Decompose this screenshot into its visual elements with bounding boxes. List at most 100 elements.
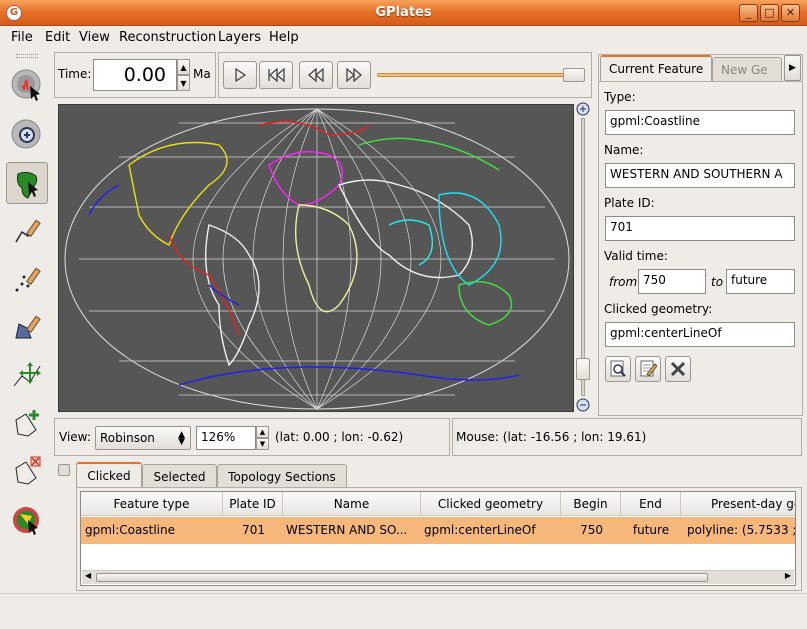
- tab-selected[interactable]: Selected: [142, 464, 217, 488]
- time-down-button[interactable]: ▼: [177, 75, 190, 91]
- rewind-start-icon: [268, 68, 285, 82]
- column-header[interactable]: End: [621, 492, 681, 516]
- plate-id-label: Plate ID:: [604, 196, 655, 210]
- digitise-polygon-tool[interactable]: [6, 306, 48, 348]
- step-back-button[interactable]: [299, 61, 333, 89]
- time-slider-track[interactable]: [377, 73, 585, 77]
- drag-globe-icon: [11, 69, 41, 101]
- name-label: Name:: [604, 143, 644, 157]
- scroll-left-icon[interactable]: ◀: [85, 571, 91, 580]
- mouse-panel: Mouse: (lat: -16.56 ; lon: 19.61): [452, 418, 802, 456]
- column-header[interactable]: Present-day ge: [681, 492, 795, 516]
- drag-globe-tool[interactable]: [6, 64, 48, 106]
- scroll-right-icon[interactable]: ▶: [785, 571, 791, 580]
- name-field[interactable]: WESTERN AND SOUTHERN A: [605, 163, 795, 188]
- time-input[interactable]: 0.00: [93, 59, 177, 91]
- table-cell: gpml:Coastline: [81, 517, 223, 544]
- menu-layers[interactable]: Layers: [218, 30, 261, 45]
- camera-coords: (lat: 0.00 ; lon: -0.62): [275, 430, 404, 444]
- plate-id-field[interactable]: 701: [605, 216, 795, 241]
- query-feature-button[interactable]: [605, 356, 631, 382]
- insert-vertex-tool[interactable]: [6, 402, 48, 444]
- edit-document-icon: [640, 360, 657, 377]
- zoom-slider-track[interactable]: [581, 118, 585, 396]
- window-title: GPlates: [375, 5, 432, 20]
- polygon-pencil-icon: [15, 315, 41, 339]
- edit-feature-button[interactable]: [635, 356, 661, 382]
- type-field[interactable]: gpml:Coastline: [605, 110, 795, 135]
- step-back-icon: [308, 68, 324, 82]
- tab-new-geometry[interactable]: New Ge: [712, 57, 782, 81]
- table-cell: gpml:centerLineOf: [421, 517, 561, 544]
- time-slider-handle[interactable]: [563, 68, 585, 82]
- title-bar: G GPlates _ □ ✕: [0, 0, 807, 26]
- digitise-polyline-tool[interactable]: [6, 210, 48, 252]
- clear-feature-button[interactable]: [665, 356, 691, 382]
- close-button[interactable]: ✕: [781, 4, 800, 22]
- minimize-button[interactable]: _: [739, 4, 758, 22]
- tab-scroll-right-icon[interactable]: ▶: [784, 55, 801, 81]
- drag-handle-icon[interactable]: [16, 54, 38, 58]
- column-header[interactable]: Clicked geometry: [421, 492, 561, 516]
- menu-reconstruction[interactable]: Reconstruction: [119, 30, 216, 45]
- multipoint-pencil-icon: [15, 267, 41, 292]
- projection-select[interactable]: Robinson ▲ ▼: [95, 426, 191, 450]
- table-cell: 750: [561, 517, 621, 544]
- step-forward-icon: [346, 68, 362, 82]
- table-cell: WESTERN AND SO...: [283, 517, 421, 544]
- menu-help[interactable]: Help: [269, 30, 299, 45]
- rewind-to-start-button[interactable]: [259, 61, 293, 89]
- build-topology-tool[interactable]: [6, 498, 48, 540]
- status-bar: [0, 593, 807, 629]
- click-geometry-tool[interactable]: [6, 162, 48, 204]
- zoom-percent-input[interactable]: 126%: [196, 426, 256, 450]
- column-header[interactable]: Begin: [561, 492, 621, 516]
- menu-view[interactable]: View: [79, 30, 110, 45]
- view-panel: View: Robinson ▲ ▼ 126% ▲ ▼ (lat: 0.00 ; l…: [54, 418, 450, 456]
- table-horizontal-scrollbar[interactable]: ◀ ▶: [82, 570, 794, 584]
- zoom-up-button[interactable]: ▲: [256, 426, 269, 438]
- menu-edit[interactable]: Edit: [45, 30, 70, 45]
- play-button[interactable]: [223, 61, 257, 89]
- zoom-out-icon[interactable]: [576, 398, 590, 412]
- zoom-slider-handle[interactable]: [576, 358, 590, 380]
- valid-from-field[interactable]: 750: [638, 269, 706, 294]
- menu-bar: File Edit View Reconstruction Layers Hel…: [0, 27, 807, 49]
- type-label: Type:: [604, 90, 636, 104]
- table-cell: polyline: (5.7533 ; 5: [681, 517, 795, 544]
- zoom-globe-icon: [11, 119, 41, 149]
- africa-select-icon: [17, 171, 38, 199]
- delete-vertex-icon: [15, 456, 41, 485]
- valid-to-field[interactable]: future: [726, 269, 795, 294]
- column-header[interactable]: Plate ID: [223, 492, 283, 516]
- delete-vertex-tool[interactable]: [6, 450, 48, 492]
- dock-float-icon[interactable]: [58, 464, 70, 476]
- tab-topology-sections[interactable]: Topology Sections: [217, 464, 347, 488]
- time-panel: Time: 0.00 ▲ ▼ Ma: [54, 52, 216, 98]
- zoom-globe-tool[interactable]: [6, 114, 48, 156]
- menu-file[interactable]: File: [11, 30, 33, 45]
- time-up-button[interactable]: ▲: [177, 59, 190, 75]
- clicked-geometry-label: Clicked geometry:: [604, 302, 713, 316]
- tab-clicked[interactable]: Clicked: [76, 462, 142, 488]
- tab-current-feature[interactable]: Current Feature: [600, 55, 713, 81]
- play-icon: [235, 68, 247, 82]
- scrollbar-thumb[interactable]: [96, 573, 708, 582]
- zoom-in-icon[interactable]: [576, 102, 590, 116]
- step-forward-button[interactable]: [337, 61, 371, 89]
- move-vertex-tool[interactable]: [6, 354, 48, 396]
- table-cell: 701: [223, 517, 283, 544]
- clicked-geometry-field[interactable]: gpml:centerLineOf: [605, 322, 795, 347]
- column-header[interactable]: Name: [283, 492, 421, 516]
- globe-map-canvas[interactable]: [58, 104, 574, 412]
- to-label: to: [711, 275, 724, 289]
- polyline-pencil-icon: [15, 219, 41, 243]
- topology-globe-icon: [13, 507, 39, 535]
- zoom-down-button[interactable]: ▼: [256, 438, 269, 450]
- column-header[interactable]: Feature type: [81, 492, 223, 516]
- move-vertex-icon: [13, 362, 41, 387]
- animation-panel: [218, 52, 592, 98]
- digitise-multipoint-tool[interactable]: [6, 258, 48, 300]
- table-cell: future: [621, 517, 681, 544]
- maximize-button[interactable]: □: [760, 4, 779, 22]
